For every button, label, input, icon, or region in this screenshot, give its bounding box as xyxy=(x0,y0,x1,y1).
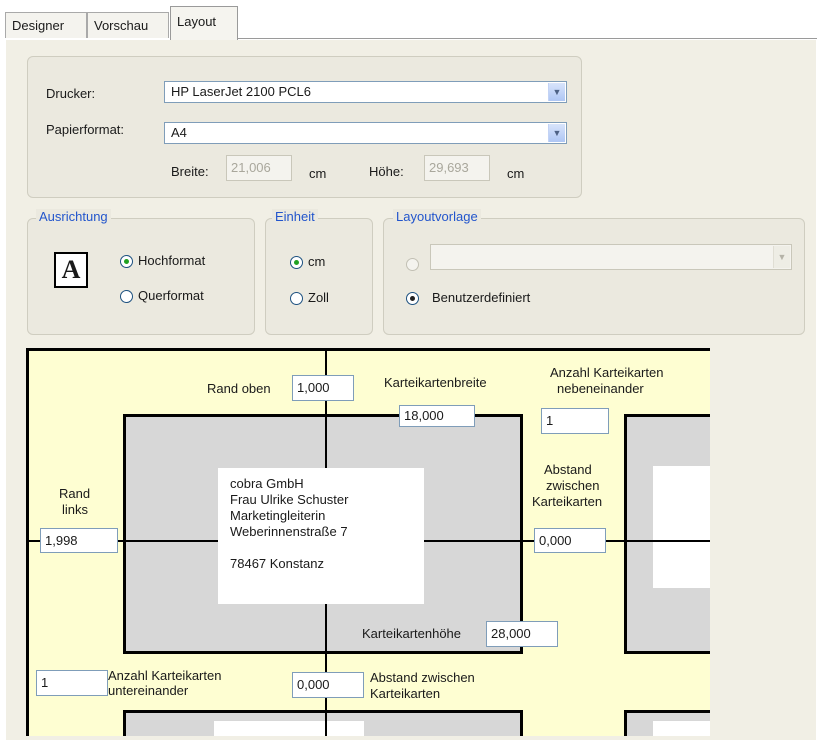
custom-label[interactable]: Benutzerdefiniert xyxy=(432,290,530,305)
gap-h-label-1: Abstand xyxy=(544,462,592,477)
template-group xyxy=(383,218,805,335)
printer-select[interactable]: HP LaserJet 2100 PCL6 ▼ xyxy=(164,81,567,103)
count-down-field[interactable]: 1 xyxy=(36,670,108,696)
tab-vorschau[interactable]: Vorschau xyxy=(87,12,169,38)
unit-cm-label[interactable]: cm xyxy=(308,254,325,269)
address-line-5: 78467 Konstanz xyxy=(230,556,324,571)
paper-height-field[interactable]: 29,693 xyxy=(424,155,490,181)
gap-v-label-1: Abstand zwischen xyxy=(370,670,475,685)
template-radio[interactable] xyxy=(406,258,419,271)
rand-links-label-2: links xyxy=(62,502,89,517)
printer-label: Drucker: xyxy=(46,86,96,101)
orientation-legend: Ausrichtung xyxy=(36,209,111,224)
address-line-1: cobra GmbH xyxy=(230,476,304,491)
portrait-label[interactable]: Hochformat xyxy=(138,253,205,268)
template-legend: Layoutvorlage xyxy=(393,209,481,224)
paper-format-value: A4 xyxy=(171,125,187,140)
count-across-label-2: nebeneinander xyxy=(557,381,644,396)
unit-cm-radio[interactable] xyxy=(290,256,303,269)
gap-h-label-3: Karteikarten xyxy=(532,494,603,509)
custom-radio[interactable] xyxy=(406,292,419,305)
card-width-label: Karteikartenbreite xyxy=(384,375,487,390)
height-label: Höhe: xyxy=(369,164,404,179)
portrait-radio[interactable] xyxy=(120,255,133,268)
count-down-label-2: untereinander xyxy=(108,683,189,698)
width-unit: cm xyxy=(309,166,327,181)
card-bottom-address xyxy=(214,721,364,736)
tab-designer[interactable]: Designer xyxy=(5,12,87,38)
card-height-label: Karteikartenhöhe xyxy=(362,626,462,641)
rand-oben-label: Rand oben xyxy=(207,381,271,396)
chevron-down-icon[interactable]: ▼ xyxy=(773,246,790,268)
count-across-field[interactable]: 1 xyxy=(541,408,609,434)
page-orientation-icon: A xyxy=(54,252,88,288)
unit-group xyxy=(265,218,373,335)
address-line-3: Marketingleiterin xyxy=(230,508,326,523)
rand-oben-field[interactable]: 1,000 xyxy=(292,375,354,401)
paper-format-label: Papierformat: xyxy=(46,122,125,137)
layout-preview: cobra GmbH Frau Ulrike Schuster Marketin… xyxy=(26,348,710,736)
address-line-2: Frau Ulrike Schuster xyxy=(230,492,349,507)
rand-links-field[interactable]: 1,998 xyxy=(40,528,118,553)
tab-layout[interactable]: Layout xyxy=(170,6,238,40)
landscape-label[interactable]: Querformat xyxy=(138,288,204,303)
printer-select-value: HP LaserJet 2100 PCL6 xyxy=(171,84,311,99)
gap-h-label-2: zwischen xyxy=(546,478,600,493)
height-unit: cm xyxy=(507,166,525,181)
card-right-address xyxy=(653,466,710,588)
rand-links-label-1: Rand xyxy=(59,486,91,501)
template-select[interactable]: ▼ xyxy=(430,244,792,270)
paper-format-select[interactable]: A4 ▼ xyxy=(164,122,567,144)
card-bottom-right-address xyxy=(653,721,710,736)
card-width-field[interactable]: 18,000 xyxy=(399,405,475,427)
count-down-label-1: Anzahl Karteikarten xyxy=(108,668,222,683)
unit-inch-radio[interactable] xyxy=(290,292,303,305)
tab-strip-line xyxy=(238,38,817,39)
gap-v-field[interactable]: 0,000 xyxy=(292,672,364,698)
width-label: Breite: xyxy=(171,164,209,179)
gap-v-label-2: Karteikarten xyxy=(370,686,441,701)
address-line-4: Weberinnenstraße 7 xyxy=(230,524,348,539)
chevron-down-icon[interactable]: ▼ xyxy=(548,83,565,101)
unit-legend: Einheit xyxy=(272,209,318,224)
unit-inch-label[interactable]: Zoll xyxy=(308,290,329,305)
landscape-radio[interactable] xyxy=(120,290,133,303)
paper-width-field[interactable]: 21,006 xyxy=(226,155,292,181)
page-border-top xyxy=(26,348,710,351)
gap-h-field[interactable]: 0,000 xyxy=(534,528,606,553)
card-height-field[interactable]: 28,000 xyxy=(486,621,558,647)
page-border-left xyxy=(26,348,29,736)
count-across-label-1: Anzahl Karteikarten xyxy=(550,365,664,380)
chevron-down-icon[interactable]: ▼ xyxy=(548,124,565,142)
